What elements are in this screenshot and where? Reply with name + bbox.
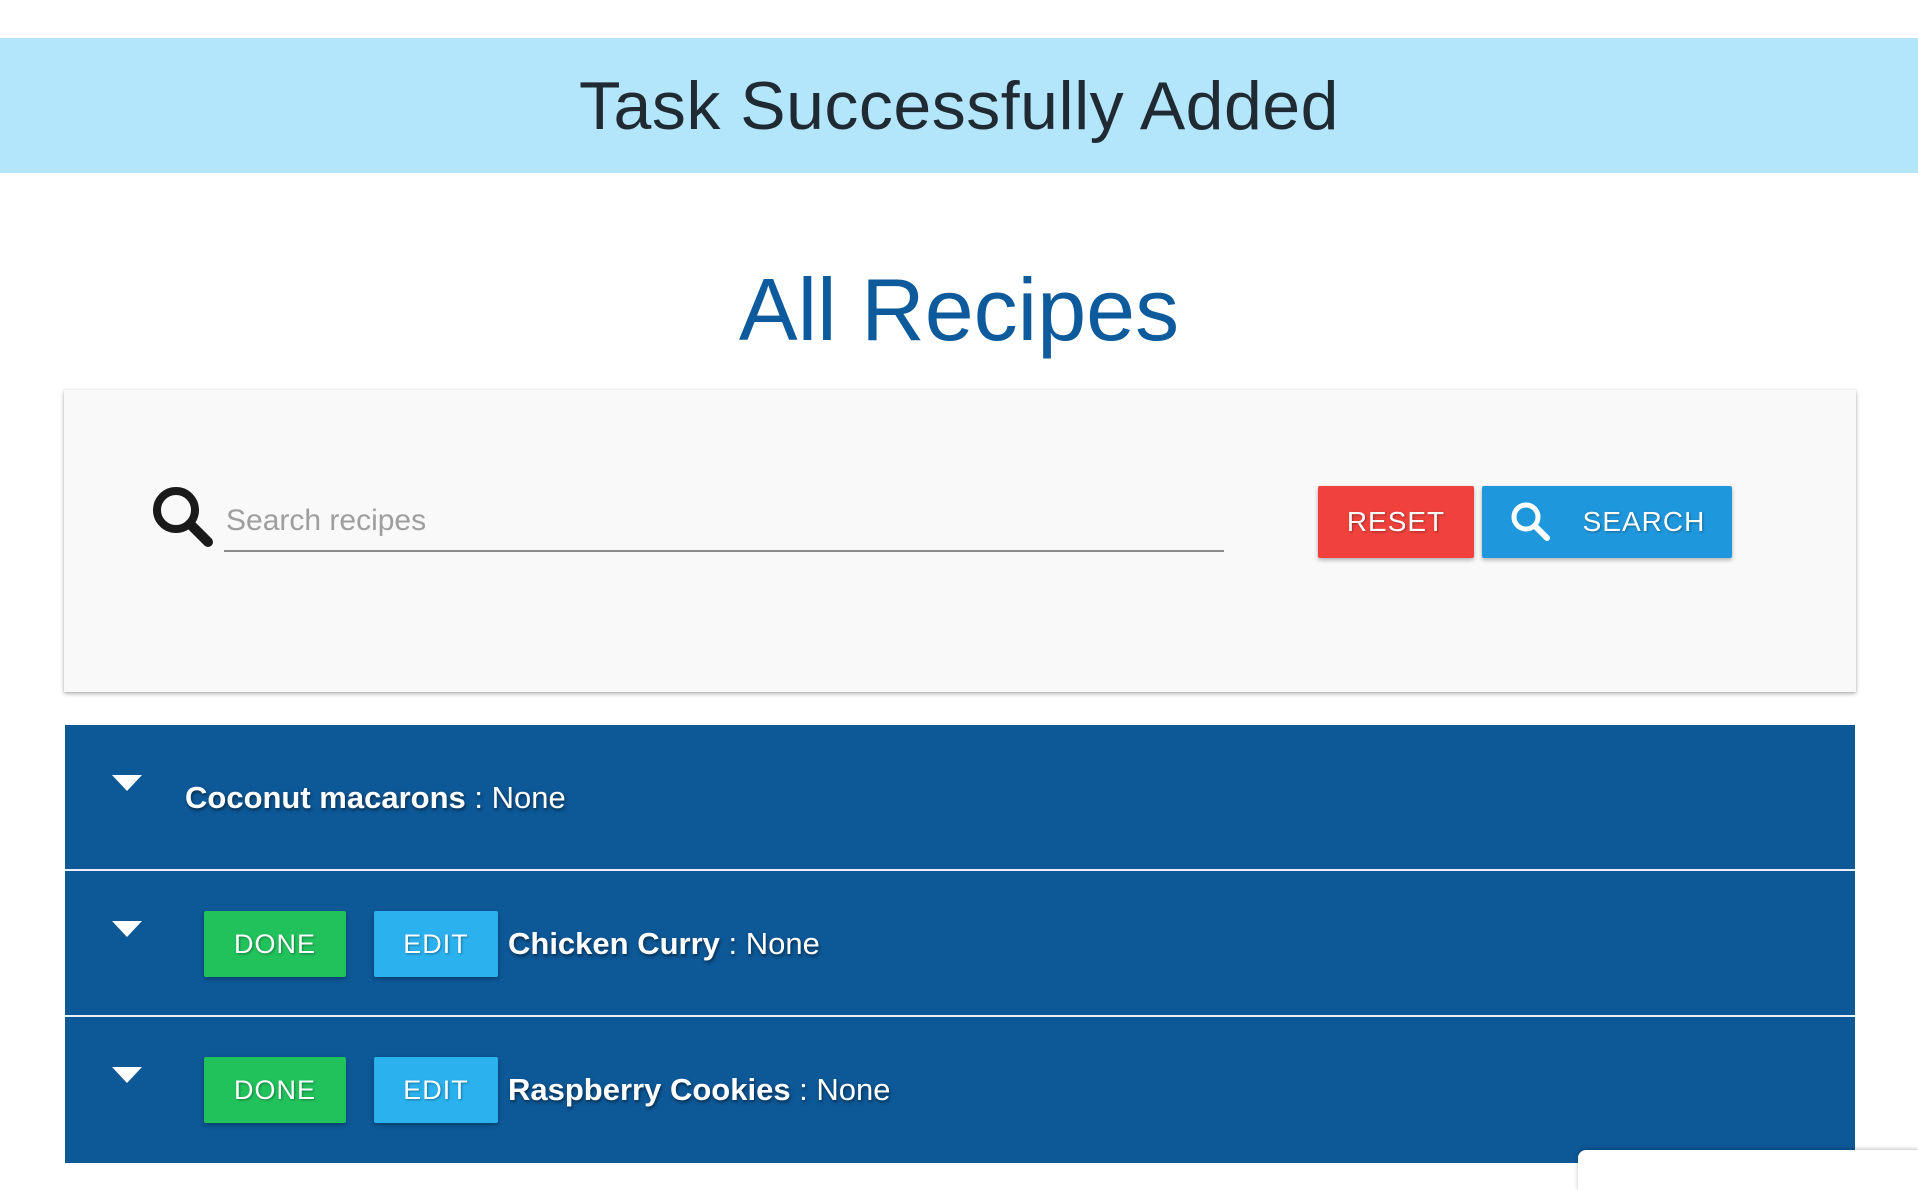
recipe-status: None xyxy=(816,1072,891,1107)
recipe-row[interactable]: DONE EDIT Raspberry Cookies : None xyxy=(65,1017,1855,1163)
edit-button-label: EDIT xyxy=(403,1074,469,1105)
caret-down-icon[interactable] xyxy=(112,775,142,793)
recipe-separator: : xyxy=(465,780,492,815)
reset-button[interactable]: RESET xyxy=(1318,486,1474,558)
search-icon xyxy=(1509,500,1553,544)
search-icon xyxy=(148,482,218,552)
done-button[interactable]: DONE xyxy=(204,911,346,977)
reset-button-label: RESET xyxy=(1346,506,1446,537)
caret-down-icon[interactable] xyxy=(112,1067,142,1085)
recipe-title: Coconut macarons : None xyxy=(185,725,566,871)
search-input[interactable] xyxy=(224,492,1224,552)
edit-button[interactable]: EDIT xyxy=(374,1057,498,1123)
done-button-label: DONE xyxy=(233,1074,316,1105)
edit-button[interactable]: EDIT xyxy=(374,911,498,977)
recipe-list: Coconut macarons : None DONE EDIT Chicke… xyxy=(65,725,1855,1163)
recipe-title: Chicken Curry : None xyxy=(508,871,820,1017)
recipe-row[interactable]: DONE EDIT Chicken Curry : None xyxy=(65,871,1855,1017)
page-title: All Recipes xyxy=(738,260,1180,359)
search-button-label: SEARCH xyxy=(1582,506,1706,537)
search-button[interactable]: SEARCH xyxy=(1482,486,1732,558)
recipe-title: Raspberry Cookies : None xyxy=(508,1017,891,1163)
recipe-name: Raspberry Cookies xyxy=(508,1072,791,1107)
success-alert: Task Successfully Added xyxy=(0,38,1918,173)
done-button-label: DONE xyxy=(233,928,316,959)
search-card: RESET SEARCH xyxy=(64,390,1856,692)
alert-message: Task Successfully Added xyxy=(579,67,1339,144)
recipe-status: None xyxy=(491,780,566,815)
recipe-name: Coconut macarons xyxy=(185,780,466,815)
recipe-separator: : xyxy=(719,926,746,961)
corner-panel xyxy=(1578,1150,1918,1190)
recipe-separator: : xyxy=(790,1072,817,1107)
top-strip xyxy=(0,0,1918,38)
recipe-row[interactable]: Coconut macarons : None xyxy=(65,725,1855,871)
caret-down-icon[interactable] xyxy=(112,921,142,939)
recipe-name: Chicken Curry xyxy=(508,926,720,961)
done-button[interactable]: DONE xyxy=(204,1057,346,1123)
edit-button-label: EDIT xyxy=(403,928,469,959)
recipe-status: None xyxy=(745,926,820,961)
